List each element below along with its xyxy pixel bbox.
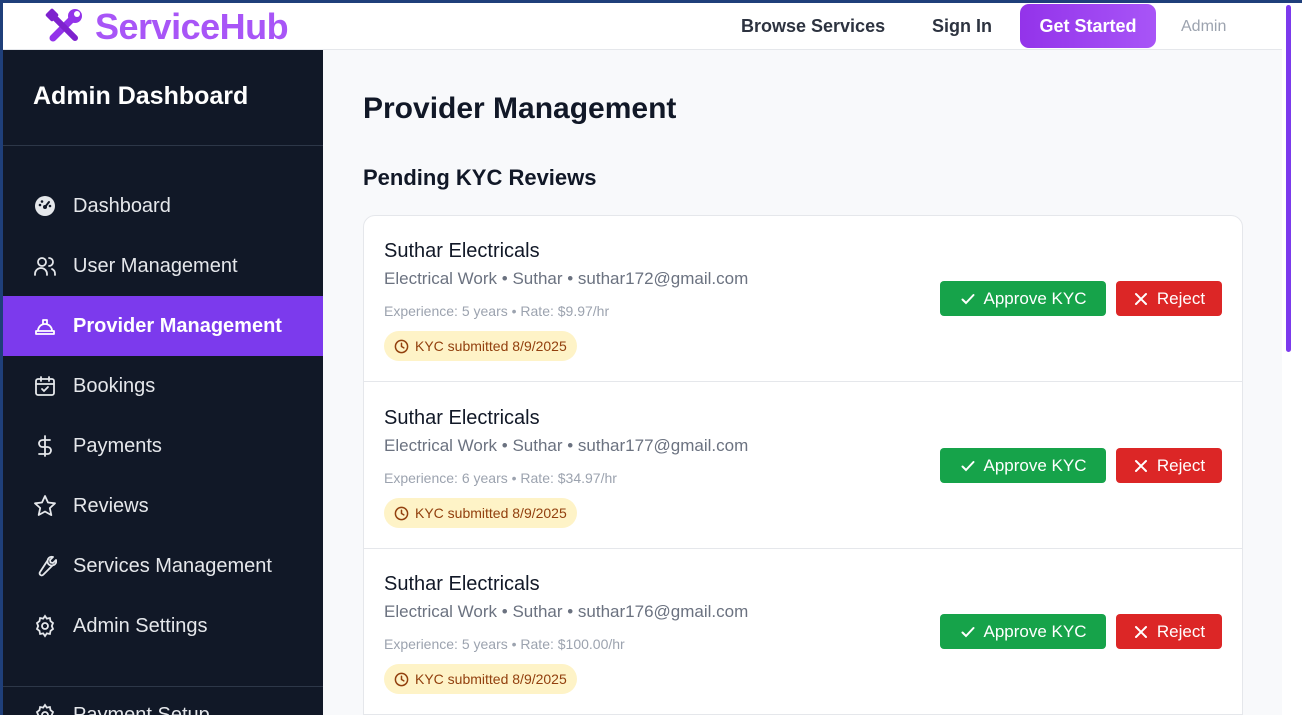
- provider-name: Suthar Electricals: [384, 407, 540, 429]
- kyc-status-text: KYC submitted 8/9/2025: [415, 671, 567, 687]
- close-icon: [1134, 459, 1147, 472]
- dollar-icon: [38, 435, 52, 457]
- gear-icon: [35, 614, 55, 638]
- provider-details: Experience: 5 years • Rate: $9.97/hr: [384, 303, 610, 319]
- page-title: Provider Management: [363, 92, 677, 125]
- kyc-review-card: Suthar Electricals Electrical Work • Sut…: [364, 549, 1242, 715]
- calendar-check-icon: [35, 376, 55, 396]
- top-navbar: ServiceHub Browse Services Sign In Get S…: [3, 3, 1282, 50]
- sidebar-title: Admin Dashboard: [33, 82, 249, 110]
- provider-meta: Electrical Work • Suthar • suthar176@gma…: [384, 602, 749, 621]
- kyc-review-card: Suthar Electricals Electrical Work • Sut…: [364, 216, 1242, 382]
- users-icon: [34, 257, 56, 276]
- brand-logo[interactable]: ServiceHub: [43, 5, 289, 49]
- close-icon: [1134, 625, 1147, 638]
- provider-name: Suthar Electricals: [384, 240, 540, 262]
- star-icon: [34, 495, 56, 516]
- close-icon: [1134, 292, 1147, 305]
- nav-sign-in[interactable]: Sign In: [932, 3, 992, 50]
- sidebar-item-label: Payment Setup: [73, 703, 210, 715]
- provider-details: Experience: 6 years • Rate: $34.97/hr: [384, 470, 617, 486]
- approve-label: Approve KYC: [983, 288, 1087, 308]
- wrench-icon: [38, 555, 57, 577]
- sidebar-item-provider-management[interactable]: Provider Management: [3, 296, 323, 356]
- kyc-status-badge: KYC submitted 8/9/2025: [384, 664, 577, 694]
- check-icon: [961, 626, 974, 637]
- brand-name: ServiceHub: [95, 6, 289, 47]
- approve-kyc-button[interactable]: Approve KYC: [940, 281, 1106, 316]
- provider-details: Experience: 5 years • Rate: $100.00/hr: [384, 636, 625, 652]
- sidebar-item-label: Bookings: [73, 374, 156, 397]
- sidebar: Admin Dashboard Dashboard User Managemen…: [3, 50, 323, 715]
- hard-hat-icon: [35, 319, 55, 335]
- check-icon: [961, 460, 974, 471]
- kyc-review-card: Suthar Electricals Electrical Work • Sut…: [364, 383, 1242, 549]
- reject-kyc-button[interactable]: Reject: [1116, 281, 1222, 316]
- approve-kyc-button[interactable]: Approve KYC: [940, 448, 1106, 483]
- sidebar-item-label: Dashboard: [73, 194, 171, 217]
- sidebar-item-user-management[interactable]: User Management: [3, 236, 323, 296]
- kyc-status-text: KYC submitted 8/9/2025: [415, 505, 567, 521]
- sidebar-item-reviews[interactable]: Reviews: [3, 476, 323, 536]
- approve-label: Approve KYC: [983, 455, 1087, 475]
- scrollbar-track[interactable]: [1282, 3, 1302, 715]
- kyc-status-badge: KYC submitted 8/9/2025: [384, 498, 577, 528]
- sidebar-item-bookings[interactable]: Bookings: [3, 356, 323, 416]
- kyc-status-badge: KYC submitted 8/9/2025: [384, 331, 577, 361]
- sidebar-item-dashboard[interactable]: Dashboard: [3, 176, 323, 236]
- approve-label: Approve KYC: [983, 621, 1087, 641]
- reject-kyc-button[interactable]: Reject: [1116, 614, 1222, 649]
- clock-icon: [394, 672, 409, 686]
- window-frame-left: [0, 0, 3, 715]
- provider-name: Suthar Electricals: [384, 573, 540, 595]
- sidebar-item-payments[interactable]: Payments: [3, 416, 323, 476]
- nav-admin-link[interactable]: Admin: [1181, 3, 1226, 50]
- sidebar-item-label: Reviews: [73, 494, 149, 517]
- sidebar-item-label: Payments: [73, 434, 162, 457]
- nav-browse-services[interactable]: Browse Services: [741, 3, 885, 50]
- sidebar-item-payment-setup[interactable]: Payment Setup: [3, 685, 323, 715]
- sidebar-divider: [3, 145, 323, 146]
- clock-icon: [394, 506, 409, 520]
- reject-label: Reject: [1156, 621, 1206, 641]
- kyc-review-list: Suthar Electricals Electrical Work • Sut…: [363, 215, 1243, 715]
- reject-label: Reject: [1156, 288, 1206, 308]
- tools-icon: [43, 6, 85, 48]
- clock-icon: [394, 339, 409, 353]
- get-started-button[interactable]: Get Started: [1020, 4, 1156, 48]
- reject-kyc-button[interactable]: Reject: [1116, 448, 1222, 483]
- sidebar-item-admin-settings[interactable]: Admin Settings: [3, 596, 323, 656]
- sidebar-item-label: Services Management: [73, 554, 272, 577]
- provider-meta: Electrical Work • Suthar • suthar177@gma…: [384, 436, 749, 455]
- sidebar-item-label: Provider Management: [73, 314, 282, 337]
- scrollbar-thumb[interactable]: [1286, 5, 1291, 352]
- window-frame-top: [0, 0, 1302, 3]
- sidebar-item-label: Admin Settings: [73, 614, 208, 637]
- gauge-icon: [35, 196, 55, 216]
- provider-meta: Electrical Work • Suthar • suthar172@gma…: [384, 269, 749, 288]
- approve-kyc-button[interactable]: Approve KYC: [940, 614, 1106, 649]
- sidebar-item-services-management[interactable]: Services Management: [3, 536, 323, 596]
- section-title: Pending KYC Reviews: [363, 165, 597, 190]
- kyc-status-text: KYC submitted 8/9/2025: [415, 338, 567, 354]
- sidebar-item-label: User Management: [73, 254, 238, 277]
- reject-label: Reject: [1156, 455, 1206, 475]
- gear-icon: [35, 703, 55, 715]
- check-icon: [961, 293, 974, 304]
